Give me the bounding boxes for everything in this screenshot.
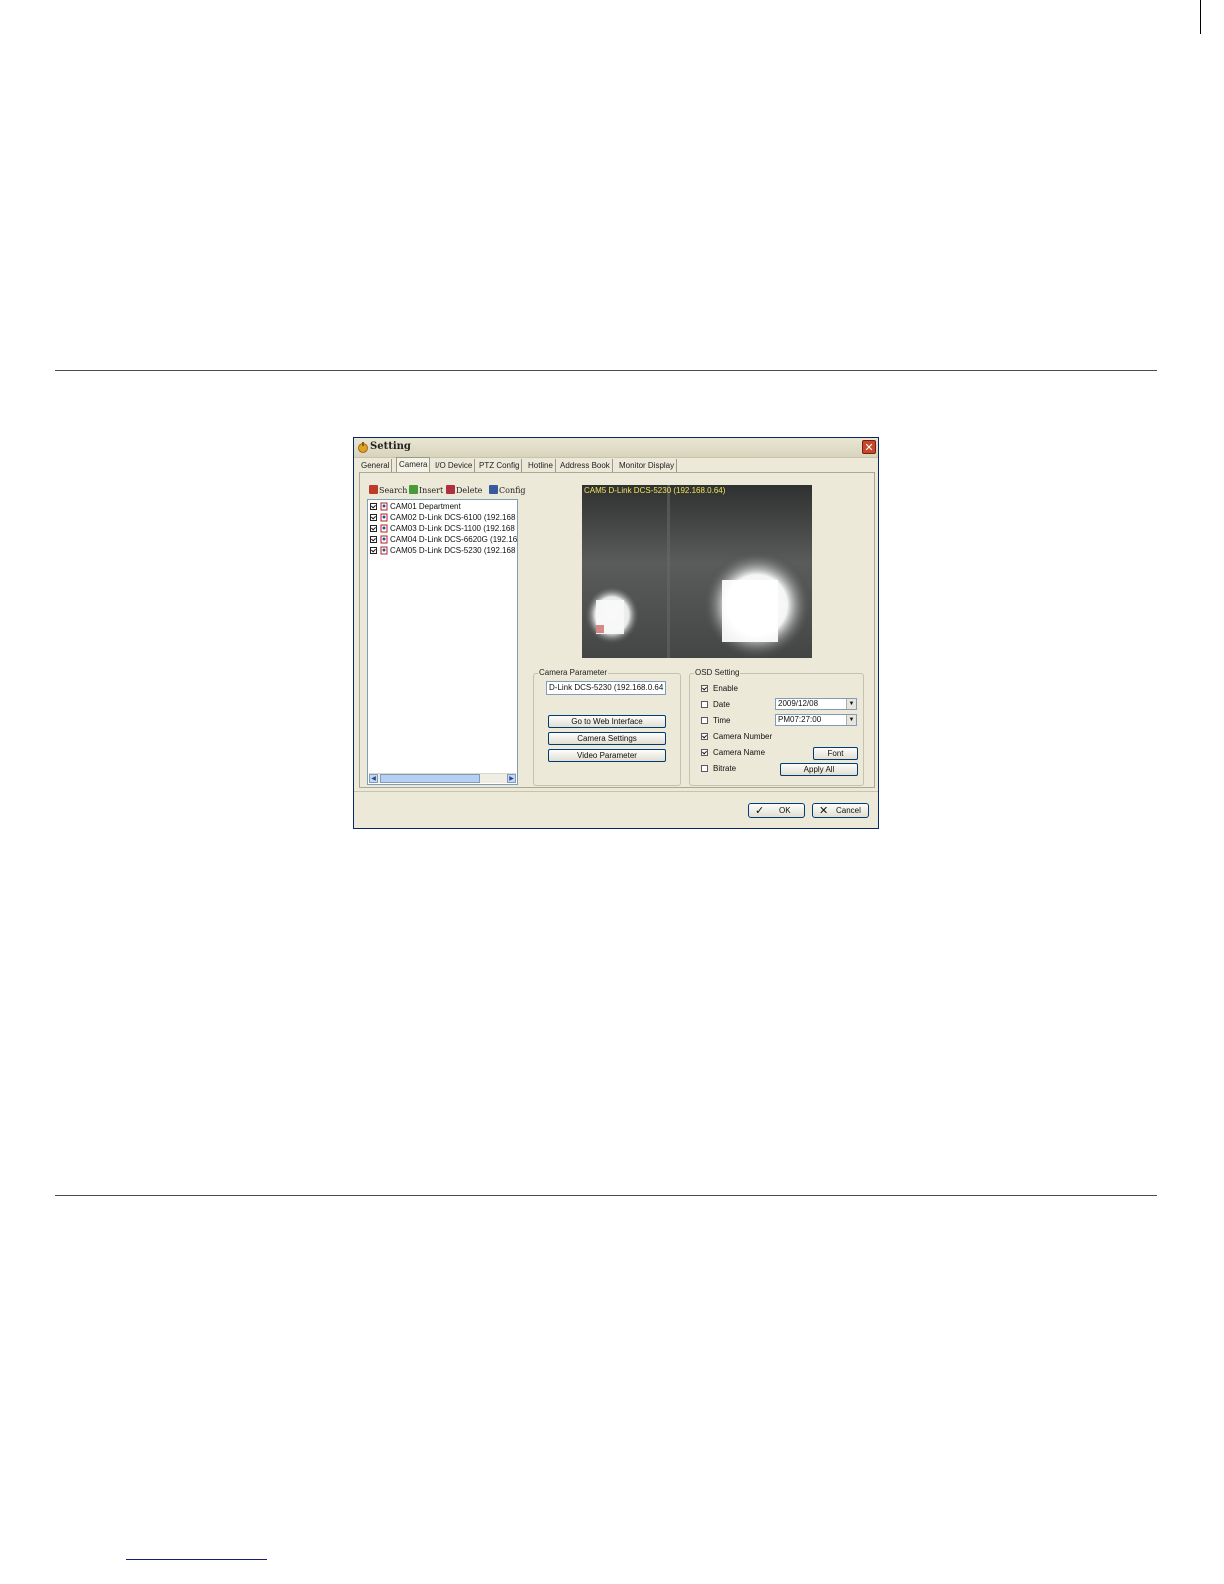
scroll-left-icon[interactable]: ◀: [369, 774, 378, 783]
check-icon: ✓: [755, 804, 765, 817]
dropdown-arrow-icon[interactable]: ▼: [846, 699, 856, 709]
delete-button[interactable]: Delete: [446, 485, 482, 497]
osd-setting-label: OSD Setting: [694, 668, 741, 677]
tab-general[interactable]: General: [359, 459, 393, 472]
font-button[interactable]: Font: [813, 747, 858, 760]
cancel-button[interactable]: ✕ Cancel: [812, 803, 869, 818]
osd-setting-group: OSD Setting Enable Date 2009/12/08 ▼ Tim…: [689, 668, 864, 786]
camera-list[interactable]: CAM01 Department CAM02 D-Link DCS-6100 (…: [367, 499, 518, 785]
config-icon: [489, 485, 498, 494]
bitrate-checkbox[interactable]: [701, 765, 708, 772]
insert-button[interactable]: Insert: [409, 485, 443, 497]
search-button[interactable]: Search: [369, 485, 407, 497]
camera-preview: CAM5 D-Link DCS-5230 (192.168.0.64): [582, 485, 812, 658]
horizontal-scrollbar[interactable]: ◀ ▶: [369, 773, 516, 783]
camera-name-checkbox[interactable]: [701, 749, 708, 756]
tab-monitor-display[interactable]: Monitor Display: [617, 459, 678, 472]
scroll-right-icon[interactable]: ▶: [507, 774, 516, 783]
camera-checkbox[interactable]: [370, 503, 377, 510]
scroll-thumb[interactable]: [380, 774, 480, 783]
bottom-rule: [55, 1195, 1157, 1196]
delete-icon: [446, 485, 455, 494]
camera-icon: [380, 546, 388, 555]
ok-button[interactable]: ✓ OK: [748, 803, 805, 818]
date-select[interactable]: 2009/12/08 ▼: [775, 698, 857, 710]
footer-divider: [354, 791, 878, 792]
camera-name-field[interactable]: D-Link DCS-5230 (192.168.0.64: [546, 681, 666, 695]
time-select[interactable]: PM07:27:00 ▼: [775, 714, 857, 726]
camera-icon: [380, 513, 388, 522]
camera-number-checkbox[interactable]: [701, 733, 708, 740]
close-icon: ✕: [864, 441, 874, 454]
title-bar: Setting ✕: [354, 438, 878, 458]
camera-checkbox[interactable]: [370, 547, 377, 554]
enable-checkbox[interactable]: [701, 685, 708, 692]
search-icon: [369, 485, 378, 494]
camera-settings-button[interactable]: Camera Settings: [548, 732, 666, 745]
camera-parameter-label: Camera Parameter: [538, 668, 609, 677]
preview-label: CAM5 D-Link DCS-5230 (192.168.0.64): [584, 486, 726, 495]
setting-dialog: Setting ✕ General Camera I/O Device PTZ …: [353, 437, 879, 829]
tab-io-device[interactable]: I/O Device: [433, 459, 476, 472]
go-to-web-interface-button[interactable]: Go to Web Interface: [548, 715, 666, 728]
footer-link-underline: [126, 1559, 267, 1560]
x-icon: ✕: [819, 804, 829, 817]
tab-address-book[interactable]: Address Book: [558, 459, 613, 472]
camera-checkbox[interactable]: [370, 536, 377, 543]
camera-icon: [380, 502, 388, 511]
date-checkbox[interactable]: [701, 701, 708, 708]
dropdown-arrow-icon[interactable]: ▼: [846, 715, 856, 725]
apply-all-button[interactable]: Apply All: [780, 763, 858, 776]
top-rule: [55, 370, 1157, 371]
camera-parameter-group: Camera Parameter D-Link DCS-5230 (192.16…: [533, 668, 681, 786]
camera-checkbox[interactable]: [370, 525, 377, 532]
close-button[interactable]: ✕: [862, 440, 876, 454]
time-checkbox[interactable]: [701, 717, 708, 724]
camera-icon: [380, 524, 388, 533]
tab-ptz-config[interactable]: PTZ Config: [477, 459, 523, 472]
camera-icon: [380, 535, 388, 544]
page-edge-line: [1200, 0, 1201, 34]
insert-icon: [409, 485, 418, 494]
preview-image: [582, 485, 812, 658]
video-parameter-button[interactable]: Video Parameter: [548, 749, 666, 762]
config-button[interactable]: Config: [489, 485, 526, 497]
app-icon: [358, 442, 368, 453]
window-title: Setting: [370, 441, 411, 452]
camera-checkbox[interactable]: [370, 514, 377, 521]
tab-hotline[interactable]: Hotline: [526, 459, 556, 472]
